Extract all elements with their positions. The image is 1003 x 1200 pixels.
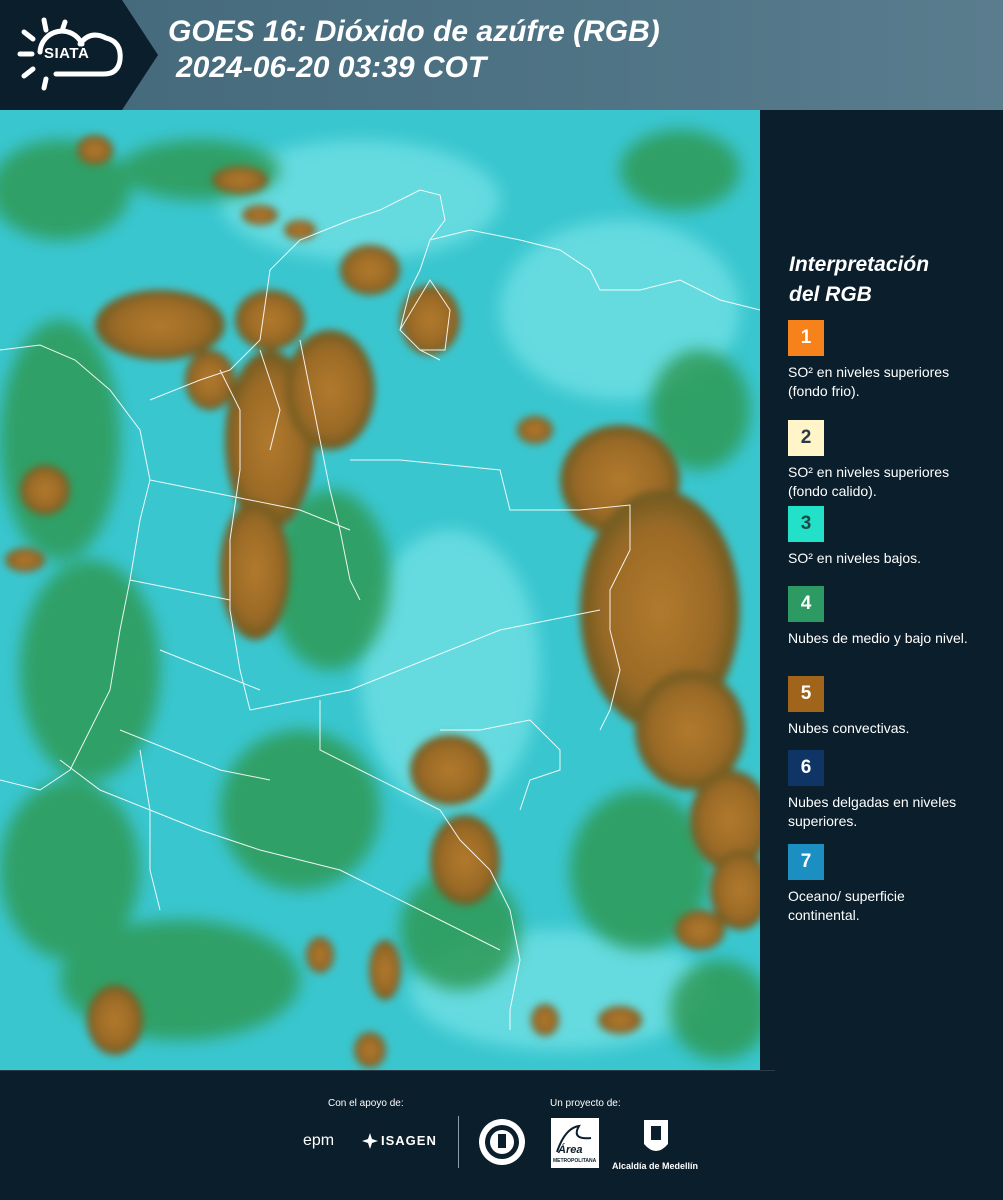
legend-swatch: 1 — [788, 320, 824, 356]
footer-divider-line — [0, 1070, 775, 1071]
legend-item: 6 Nubes delgadas en niveles superiores. — [788, 750, 988, 833]
alcaldia-logo-text: Alcaldía de Medellín — [612, 1161, 699, 1171]
legend-label: Oceano/ superficie continental. — [788, 888, 905, 923]
legend-item: 5 Nubes convectivas. — [788, 676, 988, 759]
legend-item: 4 Nubes de medio y bajo nivel. — [788, 586, 988, 669]
support-label: Con el apoyo de: — [328, 1098, 404, 1109]
legend-item: 1 SO² en niveles superiores (fondo frio). — [788, 320, 988, 403]
so2-rgb-map — [0, 110, 760, 1070]
isagen-icon — [362, 1133, 378, 1149]
legend-swatch: 4 — [788, 586, 824, 622]
sponsor-divider — [458, 1116, 459, 1168]
legend-label: Nubes de medio y bajo nivel. — [788, 630, 968, 646]
legend-label: SO² en niveles superiores (fondo frio). — [788, 364, 950, 399]
legend-swatch: 7 — [788, 844, 824, 880]
legend-swatch: 6 — [788, 750, 824, 786]
legend-swatch: 3 — [788, 506, 824, 542]
title-product: GOES 16: Dióxido de azúfre (RGB) — [168, 15, 660, 48]
legend-item: 2 SO² en niveles superiores (fondo calido… — [788, 420, 988, 503]
area-logo-text: Área — [558, 1144, 583, 1156]
legend-swatch: 5 — [788, 676, 824, 712]
legend-title-line1: Interpretación — [789, 253, 930, 276]
legend-title-line2: del RGB — [789, 283, 872, 306]
legend-label: Nubes delgadas en niveles superiores. — [788, 794, 957, 829]
legend-item: 3 SO² en niveles bajos. — [788, 506, 988, 589]
legend-label: SO² en niveles superiores (fondo calido)… — [788, 464, 950, 499]
area-logo-subtext: METROPOLITANA — [553, 1158, 597, 1164]
epm-logo: epm — [303, 1132, 335, 1149]
legend-swatch: 2 — [788, 420, 824, 456]
alcaldia-shield-icon — [644, 1120, 668, 1151]
legend-item: 7 Oceano/ superficie continental. — [788, 844, 988, 927]
siata-logo: SIATA — [0, 0, 158, 110]
footer: Con el apoyo de: Un proyecto de: epm ISA… — [0, 1070, 1003, 1200]
title-timestamp: 2024-06-20 03:39 COT — [176, 51, 487, 84]
legend-panel: Interpretación del RGB 1 SO² en niveles s… — [760, 110, 1003, 1070]
header-bar: SIATA GOES 16: Dióxido de azúfre (RGB) 2… — [0, 0, 1003, 110]
medellin-seal-icon — [479, 1119, 525, 1165]
legend-label: SO² en niveles bajos. — [788, 550, 922, 566]
isagen-logo: ISAGEN — [381, 1133, 437, 1148]
legend-title: Interpretación del RGB — [789, 250, 989, 310]
page-title: GOES 16: Dióxido de azúfre (RGB) 2024-06… — [168, 14, 660, 86]
project-label: Un proyecto de: — [550, 1098, 621, 1109]
satellite-image — [0, 110, 760, 1070]
logo-text: SIATA — [44, 45, 90, 62]
